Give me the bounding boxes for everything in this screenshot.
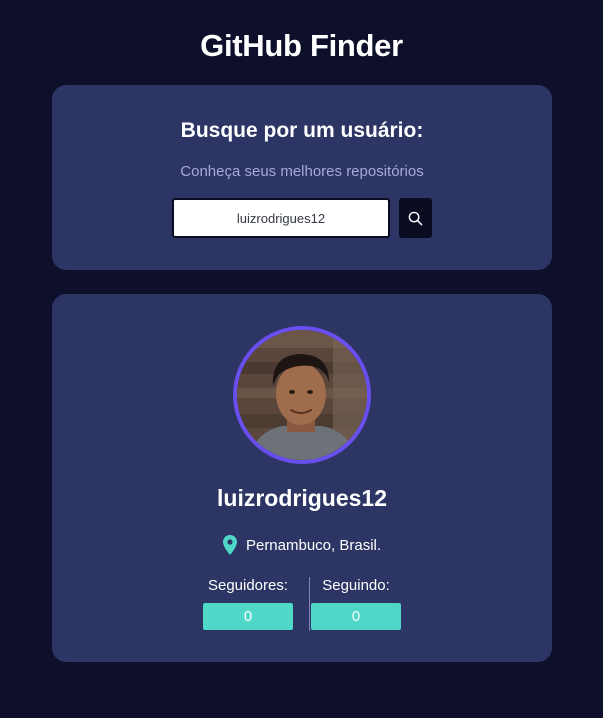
location-row: Pernambuco, Brasil. xyxy=(52,535,552,555)
search-heading: Busque por um usuário: xyxy=(180,119,424,142)
location-text: Pernambuco, Brasil. xyxy=(245,536,382,554)
followers-label: Seguidores: xyxy=(207,577,289,594)
followers-stat: Seguidores: 0 xyxy=(203,577,293,630)
followers-count: 0 xyxy=(203,603,293,630)
search-subheading: Conheça seus melhores repositórios xyxy=(180,163,424,180)
profile-card: luizrodrigues12 Pernambuco, Brasil. Segu… xyxy=(52,294,552,662)
app-title: GitHub Finder xyxy=(200,28,403,63)
username: luizrodrigues12 xyxy=(217,485,387,511)
avatar-image xyxy=(237,330,367,460)
search-card: Busque por um usuário: Conheça seus melh… xyxy=(52,85,552,270)
stats-row: Seguidores: 0 Seguindo: 0 xyxy=(52,577,552,631)
avatar xyxy=(233,326,371,464)
stats-divider xyxy=(309,577,310,631)
following-label: Seguindo: xyxy=(322,577,390,594)
following-stat: Seguindo: 0 xyxy=(311,577,401,630)
search-icon xyxy=(408,211,423,225)
following-count: 0 xyxy=(311,603,401,630)
location-pin-icon xyxy=(222,535,237,555)
search-input[interactable] xyxy=(172,198,390,238)
search-button[interactable] xyxy=(399,198,432,238)
